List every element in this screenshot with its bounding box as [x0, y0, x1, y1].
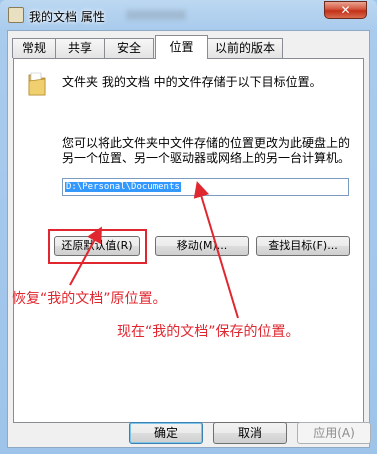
tab-sharing[interactable]: 共享 — [55, 38, 105, 58]
tab-previous-versions[interactable]: 以前的版本 — [207, 38, 283, 58]
document-icon — [8, 7, 24, 23]
dialog-body: 常规 共享 安全 位置 以前的版本 文件夹 我的文档 中的文件存储于以下目标位置… — [7, 30, 371, 448]
location-description: 文件夹 我的文档 中的文件存储于以下目标位置。 — [62, 75, 322, 89]
close-button[interactable]: ✕ — [324, 1, 367, 19]
move-button[interactable]: 移动(M)... — [155, 236, 249, 256]
target-path-field[interactable]: D:\Personal\Documents — [62, 178, 349, 196]
ok-button[interactable]: 确定 — [129, 422, 203, 444]
target-path-value: D:\Personal\Documents — [65, 182, 181, 192]
blurred-title-region — [126, 10, 186, 20]
tab-general[interactable]: 常规 — [12, 38, 56, 58]
find-target-button[interactable]: 查找目标(F)... — [256, 236, 350, 256]
current-location-annotation: 现在“我的文档”保存的位置。 — [117, 324, 300, 340]
cancel-button[interactable]: 取消 — [213, 422, 287, 444]
restore-default-button[interactable]: 还原默认值(R) — [54, 236, 140, 256]
close-icon: ✕ — [340, 3, 351, 17]
location-tab-panel: 文件夹 我的文档 中的文件存储于以下目标位置。 您可以将此文件夹中文件存储的位置… — [13, 58, 364, 423]
location-info: 您可以将此文件夹中文件存储的位置更改为此硬盘上的另一个位置、另一个驱动器或网络上… — [62, 136, 351, 165]
window-title: 我的文档 属性 — [29, 10, 105, 24]
apply-button[interactable]: 应用(A) — [297, 422, 371, 444]
restore-annotation: 恢复“我的文档”原位置。 — [12, 291, 167, 307]
tab-security[interactable]: 安全 — [104, 38, 154, 58]
folder-icon — [28, 72, 46, 96]
tab-location[interactable]: 位置 — [155, 35, 208, 59]
properties-window: 我的文档 属性 ✕ 常规 共享 安全 位置 以前的版本 文件夹 我的文档 中的文… — [0, 0, 377, 454]
title-bar[interactable]: 我的文档 属性 ✕ — [0, 0, 377, 30]
